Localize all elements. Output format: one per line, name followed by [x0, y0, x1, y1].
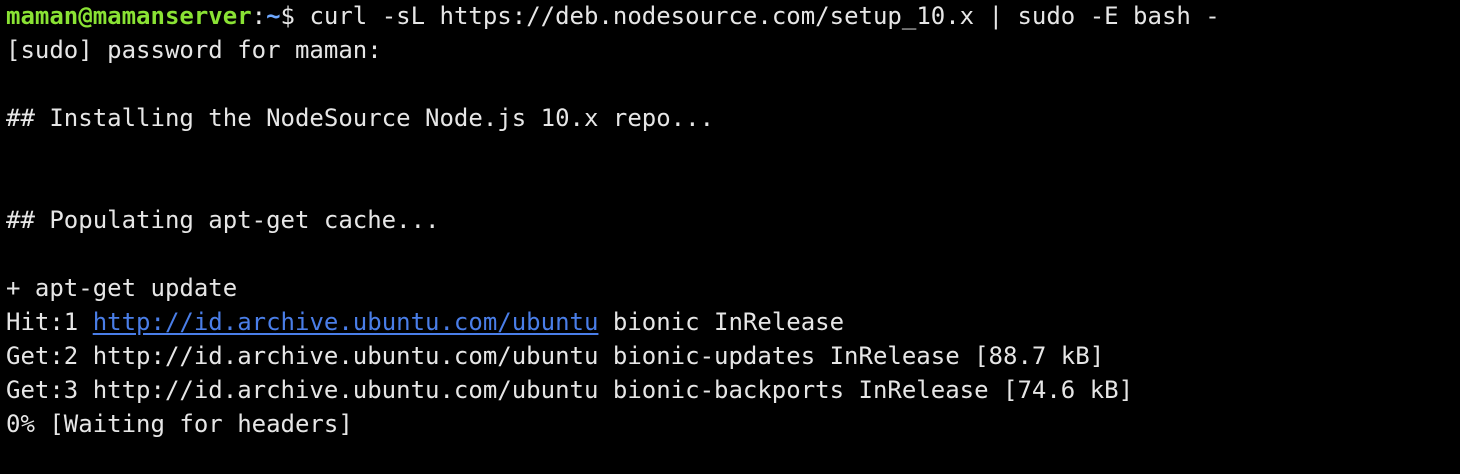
output-line-get3: Get:3 http://id.archive.ubuntu.com/ubunt… [6, 376, 1134, 404]
output-line-blank [6, 136, 1460, 170]
output-line-apt-update: + apt-get update [6, 274, 238, 302]
hit1-prefix: Hit:1 [6, 308, 93, 336]
output-line-installing: ## Installing the NodeSource Node.js 10.… [6, 104, 715, 132]
prompt-dollar: $ [280, 2, 295, 30]
output-line-sudo-password: [sudo] password for maman: [6, 36, 382, 64]
terminal-window[interactable]: maman@mamanserver:~$ curl -sL https://de… [0, 0, 1460, 474]
output-line-blank [6, 170, 1460, 204]
output-line-hit1: Hit:1 http://id.archive.ubuntu.com/ubunt… [6, 306, 1460, 340]
archive-url-link[interactable]: http://id.archive.ubuntu.com/ubuntu [93, 308, 599, 336]
prompt-colon: : [251, 2, 267, 30]
output-line-blank [6, 68, 1460, 102]
output-line-progress: 0% [Waiting for headers] [6, 410, 353, 438]
output-line-populating: ## Populating apt-get cache... [6, 206, 440, 234]
hit1-suffix: bionic InRelease [598, 308, 845, 336]
output-line-blank [6, 238, 1460, 272]
command-text: curl -sL https://deb.nodesource.com/setu… [295, 2, 1220, 30]
prompt-line: maman@mamanserver:~$ curl -sL https://de… [6, 0, 1460, 34]
prompt-user-host: maman@mamanserver [6, 2, 252, 30]
output-line-get2: Get:2 http://id.archive.ubuntu.com/ubunt… [6, 342, 1105, 370]
prompt-path: ~ [266, 2, 281, 30]
